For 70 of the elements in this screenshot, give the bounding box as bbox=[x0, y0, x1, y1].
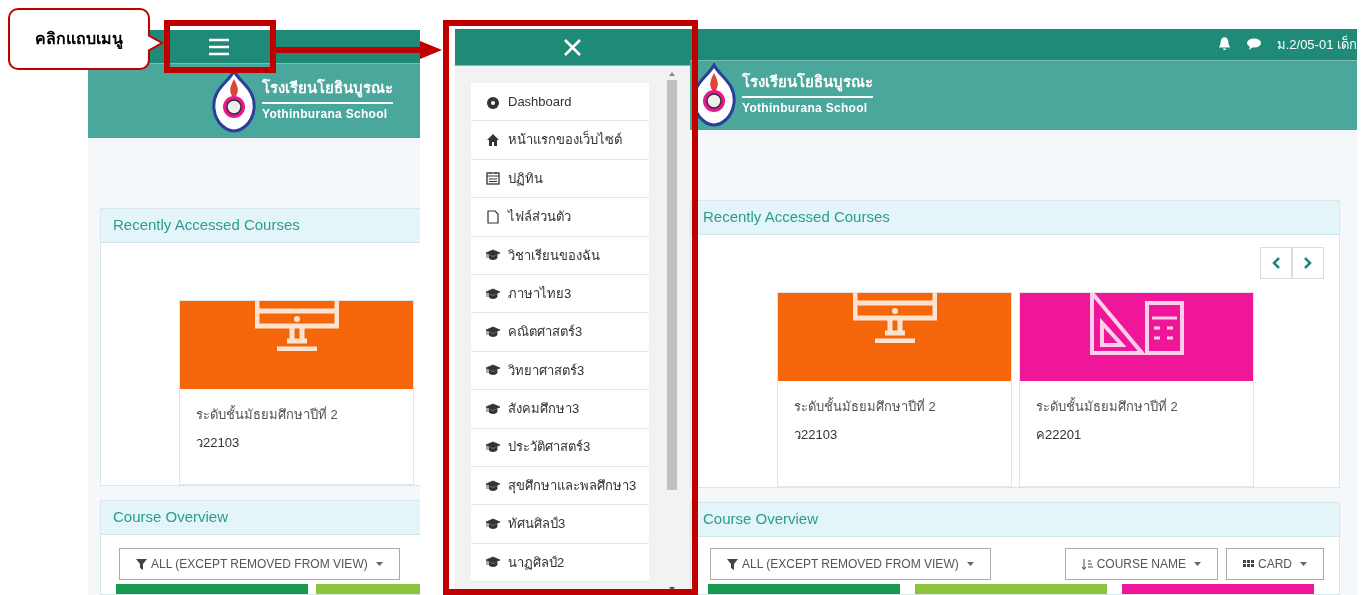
file-icon bbox=[486, 209, 500, 224]
graduation-cap-icon bbox=[486, 440, 500, 455]
home-icon bbox=[486, 133, 500, 148]
graduation-cap-icon bbox=[486, 325, 500, 340]
drawer-menu-item[interactable]: คณิตศาสตร์3 bbox=[471, 313, 649, 352]
panel-title: Course Overview bbox=[703, 509, 819, 530]
course-card[interactable]: ระดับชั้นมัธยมศึกษาปีที่ 2 ว22103 bbox=[777, 292, 1012, 487]
school-name: โรงเรียนโยธินบูรณะ bbox=[262, 77, 393, 104]
drawer-menu-item[interactable]: วิชาเรียนของฉัน bbox=[471, 236, 649, 275]
drawer-menu-item[interactable]: นาฏศิลป์2 bbox=[471, 543, 649, 583]
menu-icon bbox=[208, 38, 230, 56]
course-category: ระดับชั้นมัธยมศึกษาปีที่ 2 bbox=[1036, 397, 1179, 416]
chat-bubble-icon bbox=[1246, 38, 1261, 51]
caret-down-icon bbox=[966, 562, 974, 566]
scrollbar-thumb[interactable] bbox=[667, 80, 677, 490]
course-card[interactable]: ระดับชั้นมัธยมศึกษาปีที่ 2 ว22103 bbox=[179, 300, 414, 485]
dropdown-button[interactable]: ALL (EXCEPT REMOVED FROM VIEW) bbox=[119, 548, 400, 580]
drawer-menu-item[interactable]: หน้าแรกของเว็บไซต์ bbox=[471, 121, 649, 160]
menu-button[interactable] bbox=[208, 38, 230, 56]
caret-down-icon bbox=[1300, 562, 1307, 566]
drawer-menu-item[interactable]: วิทยาศาสตร์3 bbox=[471, 351, 649, 391]
drawer-menu-item[interactable]: ปฏิทิน bbox=[471, 159, 649, 199]
drawer-menu-item[interactable]: ทัศนศิลป์3 bbox=[471, 505, 649, 544]
caret-down-icon bbox=[375, 562, 383, 566]
graduation-cap-icon bbox=[486, 517, 500, 531]
course-code[interactable]: ค22201 bbox=[1036, 424, 1237, 444]
school-name: โรงเรียนโยธินบูรณะ bbox=[742, 72, 873, 99]
drawer-menu-item[interactable]: ภาษาไทย3 bbox=[471, 274, 649, 314]
course-card[interactable]: ระดับชั้นมัธยมศึกษาปีที่ 2 ค22201 bbox=[1019, 292, 1254, 487]
scroll-up-arrow-icon bbox=[669, 72, 675, 76]
filter-icon bbox=[727, 558, 738, 570]
scroll-down-arrow-icon bbox=[669, 587, 675, 591]
panel-title: Recently Accessed Courses bbox=[703, 207, 890, 228]
previous-button[interactable] bbox=[1260, 247, 1292, 279]
graduation-cap-icon bbox=[486, 478, 500, 493]
dropdown-button[interactable]: ALL (EXCEPT REMOVED FROM VIEW) bbox=[710, 548, 991, 580]
scrollbar[interactable] bbox=[666, 72, 678, 591]
chevron-left-icon bbox=[1272, 257, 1280, 269]
graduation-cap-icon bbox=[486, 363, 500, 378]
grid-icon bbox=[1243, 558, 1254, 570]
gauge-icon bbox=[486, 94, 500, 109]
course-code[interactable]: ว22103 bbox=[794, 424, 995, 444]
sort-icon bbox=[1081, 558, 1093, 570]
close-icon bbox=[564, 38, 581, 56]
chevron-right-icon bbox=[1304, 257, 1312, 269]
drawer-menu-item[interactable]: สุขศึกษาและพลศึกษา3 bbox=[471, 466, 649, 506]
drawer-menu-item[interactable]: ไฟล์ส่วนตัว bbox=[471, 198, 649, 237]
dropdown-button[interactable]: CARD bbox=[1226, 548, 1324, 580]
drawer-menu-item[interactable]: Dashboard bbox=[471, 83, 649, 122]
dropdown-button[interactable]: COURSE NAME bbox=[1064, 548, 1218, 580]
graduation-cap-icon bbox=[486, 248, 500, 263]
school-name-english: Yothinburana School bbox=[742, 100, 869, 118]
panel-title: Course Overview bbox=[113, 507, 229, 528]
school-name-english: Yothinburana School bbox=[262, 105, 389, 123]
graduation-cap-icon bbox=[486, 555, 500, 570]
caret-down-icon bbox=[1194, 562, 1201, 566]
course-category: ระดับชั้นมัธยมศึกษาปีที่ 2 bbox=[196, 405, 339, 424]
next-button[interactable] bbox=[1292, 247, 1324, 279]
course-code[interactable]: ว22103 bbox=[196, 432, 397, 452]
drawer-menu-item[interactable]: ประวัติศาสตร์3 bbox=[471, 428, 649, 467]
graduation-cap-icon bbox=[486, 286, 500, 301]
user-name[interactable]: ม.2/05-01 เด็ก bbox=[1276, 34, 1357, 54]
course-category: ระดับชั้นมัธยมศึกษาปีที่ 2 bbox=[794, 397, 937, 416]
filter-icon bbox=[136, 558, 147, 570]
bell-icon bbox=[1217, 37, 1231, 52]
panel-title: Recently Accessed Courses bbox=[113, 215, 300, 236]
graduation-cap-icon bbox=[486, 401, 500, 416]
callout-text: คลิกแถบเมนู bbox=[35, 29, 123, 51]
drawer-menu-item[interactable]: สังคมศึกษา3 bbox=[471, 390, 649, 429]
calendar-icon bbox=[486, 171, 500, 186]
